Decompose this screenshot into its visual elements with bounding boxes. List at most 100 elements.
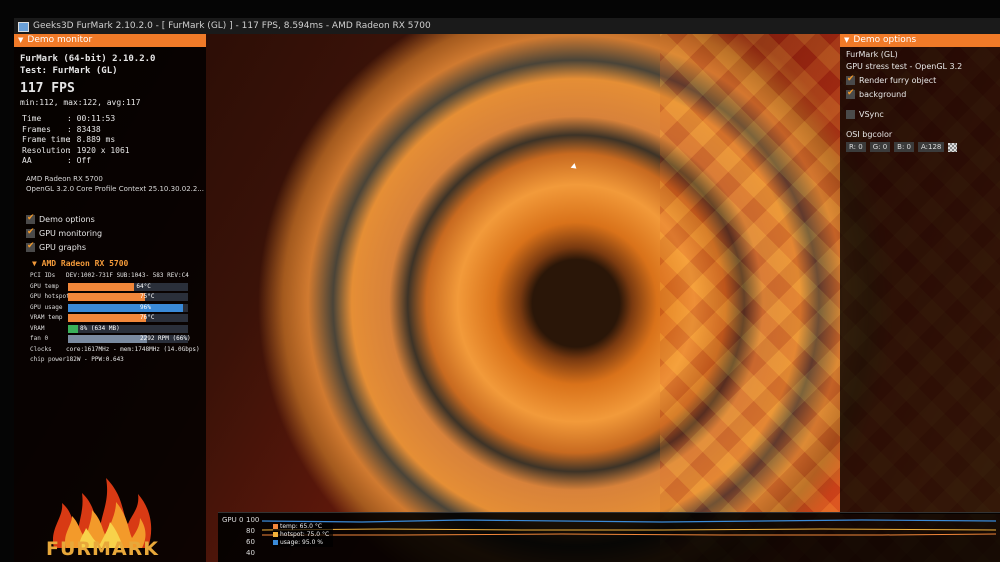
- gpu-bar-row: GPU hotspot 75°C: [30, 292, 200, 303]
- row-key: GPU hotspot: [30, 293, 70, 300]
- demo-options-title: Demo options: [853, 35, 917, 45]
- row-key: PCI IDs: [30, 272, 56, 279]
- row-value: core:1617MHz - mem:1748MHz (14.0Gbps): [66, 345, 200, 353]
- gpu-graphs-checkbox[interactable]: ✔ GPU graphs: [26, 241, 87, 253]
- gpu-monitor-rows: PCI IDs DEV:1002-731F SUB:1043- 583 REV:C…: [30, 271, 200, 366]
- gpu-graph: GPU 0 100 80 60 40 temp: 65.0 °C hotspot…: [218, 512, 1000, 562]
- gpu-bar-row: GPU usage 96%: [30, 303, 200, 314]
- checkbox-box: ✔: [846, 88, 855, 99]
- stat-key: Frame time: [22, 135, 71, 144]
- clocks-row: Clocks core:1617MHz - mem:1748MHz (14.0Gb…: [30, 345, 200, 356]
- bar-value: 96%: [140, 303, 151, 311]
- stat-value: : 00:11:53: [67, 114, 116, 123]
- stat-row: AA: Off: [22, 156, 130, 167]
- bar-track: 8% (634 MB): [68, 324, 188, 333]
- row-key: GPU temp: [30, 282, 59, 290]
- hotspot-line: [262, 528, 996, 531]
- row-key: VRAM: [30, 324, 45, 332]
- checkbox-box: ✔: [26, 241, 35, 252]
- test-title: Test: FurMark (GL): [20, 66, 118, 76]
- graph-y-tick: 80: [246, 527, 255, 535]
- checkmark-icon: ✔: [847, 74, 855, 84]
- gpu-monitoring-checkbox[interactable]: ✔ GPU monitoring: [26, 227, 103, 239]
- demo-options-checkbox[interactable]: ✔ Demo options: [26, 213, 95, 225]
- bgcolor-a-field[interactable]: A:128: [918, 142, 945, 152]
- legend-item: temp: 65.0 °C: [273, 523, 333, 531]
- gpu-section-title: AMD Radeon RX 5700: [41, 259, 129, 268]
- checkbox-box: [846, 110, 855, 119]
- row-key: chip power: [30, 356, 67, 363]
- checkmark-icon: ✔: [847, 88, 855, 98]
- checkbox-label: GPU graphs: [39, 243, 87, 252]
- collapse-triangle-icon: ▼: [32, 259, 42, 268]
- stat-row: Frame time: 8.889 ms: [22, 135, 130, 146]
- bgcolor-label: OSI bgcolor: [846, 130, 893, 139]
- bar-track: 96%: [68, 303, 188, 312]
- color-swatch-icon[interactable]: [948, 142, 958, 152]
- bgcolor-g-field[interactable]: G: 0: [869, 142, 891, 152]
- legend-swatch: [273, 524, 278, 529]
- demo-monitor-header[interactable]: ▼ Demo monitor: [14, 34, 206, 47]
- chip-power-row: chip power182W - PPW:0.643: [30, 355, 200, 366]
- bar-fill: [68, 293, 145, 301]
- row-key: fan 0: [30, 335, 49, 342]
- row-value: 182W - PPW:0.643: [66, 356, 124, 363]
- gpu-info: AMD Radeon RX 5700 OpenGL 3.2.0 Core Pro…: [26, 174, 204, 194]
- vsync-checkbox[interactable]: VSync: [846, 110, 884, 119]
- row-key: GPU usage: [30, 303, 63, 311]
- stat-row: Time: 00:11:53: [22, 114, 130, 125]
- bar-track: 2292 RPM (66%): [68, 335, 191, 343]
- stat-row: Frames: 83438: [22, 125, 130, 136]
- graph-legend: temp: 65.0 °C hotspot: 75.0 °C usage: 95…: [273, 523, 333, 547]
- bar-fill: [68, 303, 184, 312]
- row-value: DEV:1002-731F SUB:1043- 583 REV:C4: [66, 272, 189, 279]
- bgcolor-r-field[interactable]: R: 0: [846, 142, 866, 152]
- stat-key: Resolution: [22, 145, 71, 155]
- bar-value: 64°C: [136, 282, 151, 290]
- gpu-section-header[interactable]: ▼ AMD Radeon RX 5700: [32, 259, 128, 268]
- window-titlebar[interactable]: Geeks3D FurMark 2.10.2.0 - [ FurMark (GL…: [14, 18, 1000, 34]
- legend-item: usage: 95.0 %: [273, 539, 333, 547]
- bar-fill: [68, 324, 78, 333]
- pci-row: PCI IDs DEV:1002-731F SUB:1043- 583 REV:C…: [30, 271, 200, 282]
- gpu-bar-row: VRAM 8% (634 MB): [30, 324, 200, 335]
- legend-swatch: [273, 540, 278, 545]
- test-description: GPU stress test - OpenGL 3.2: [846, 62, 963, 71]
- legend-text: hotspot: 75.0 °C: [280, 531, 330, 538]
- legend-swatch: [273, 532, 278, 537]
- checkbox-box: ✔: [846, 74, 855, 85]
- bar-track: 75°C: [68, 293, 188, 301]
- row-key: Clocks: [30, 345, 52, 353]
- collapse-triangle-icon: ▼: [18, 36, 24, 44]
- stat-value: : Off: [67, 156, 92, 165]
- graph-y-tick: 40: [246, 549, 255, 557]
- app-icon: [18, 22, 29, 32]
- gpu-bar-row: fan 0 2292 RPM (66%): [30, 334, 200, 345]
- fps-readout: 117 FPS: [20, 81, 75, 96]
- legend-text: usage: 95.0 %: [280, 539, 324, 546]
- checkmark-icon: ✔: [27, 241, 35, 251]
- background-checkbox[interactable]: ✔ background: [846, 88, 907, 99]
- demo-options-header[interactable]: ▼ Demo options: [840, 34, 1000, 47]
- render-furry-object-checkbox[interactable]: ✔ Render furry object: [846, 74, 936, 85]
- gpu-bar-row: GPU temp 64°C: [30, 282, 200, 293]
- gl-info: OpenGL 3.2.0 Core Profile Context 25.10.…: [26, 185, 205, 193]
- graph-y-tick: 60: [246, 538, 255, 546]
- legend-text: temp: 65.0 °C: [280, 523, 323, 530]
- checkbox-label: GPU monitoring: [39, 229, 103, 238]
- checkbox-label: background: [859, 90, 907, 99]
- bar-value: 2292 RPM (66%): [140, 335, 191, 342]
- stat-value: : 8.889 ms: [67, 135, 116, 144]
- temp-line: [262, 533, 996, 536]
- fps-stats: min:112, max:122, avg:117: [20, 98, 141, 107]
- bar-fill: [68, 282, 134, 291]
- collapse-triangle-icon: ▼: [844, 36, 850, 44]
- bgcolor-b-field[interactable]: B: 0: [894, 142, 914, 152]
- row-key: VRAM temp: [30, 314, 63, 321]
- bar-fill: [68, 314, 146, 322]
- furmark-logo-text: FURMARK: [46, 538, 160, 560]
- checkbox-box: ✔: [26, 227, 35, 238]
- checkmark-icon: ✔: [27, 227, 35, 237]
- demo-monitor-title: Demo monitor: [27, 35, 93, 45]
- graph-plot: [262, 519, 996, 536]
